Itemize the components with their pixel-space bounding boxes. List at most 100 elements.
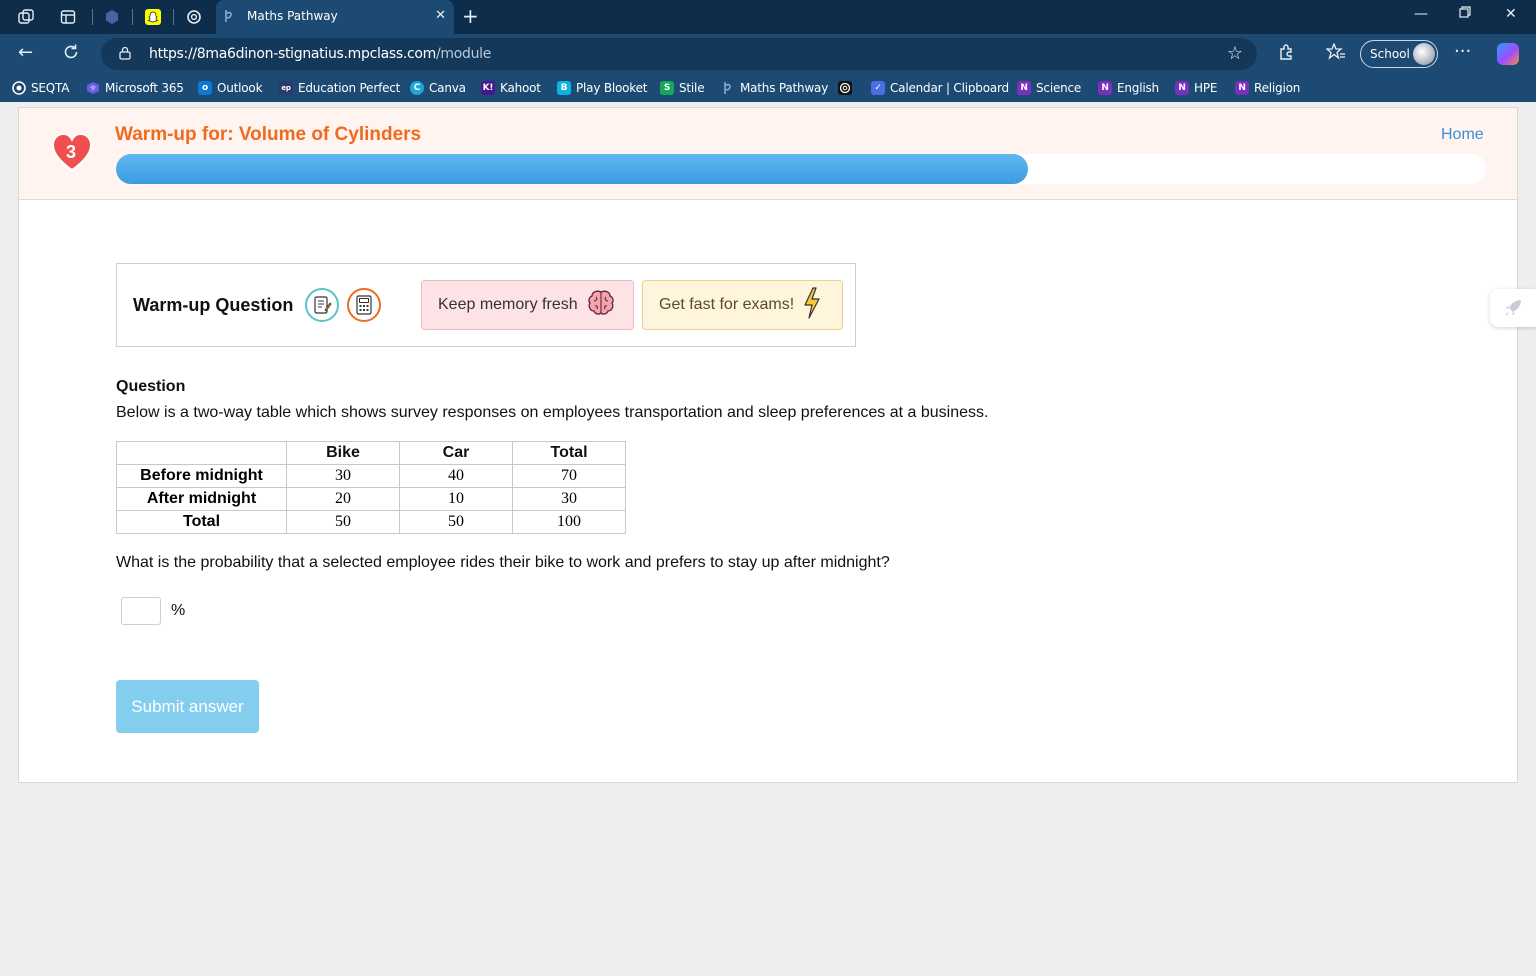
copilot-icon[interactable] (1497, 43, 1519, 65)
seqta-icon (12, 81, 26, 95)
tab-separator (173, 9, 174, 25)
bookmark-outlook[interactable]: o Outlook (198, 80, 263, 96)
workspaces-icon[interactable] (16, 7, 36, 27)
address-input[interactable]: https://8ma6dinon-stignatius.mpclass.com… (101, 38, 1257, 70)
bookmark-label: Canva (429, 81, 466, 95)
bookmark-label: Outlook (217, 81, 263, 95)
tab-favicon-chatgpt-icon[interactable] (184, 7, 204, 27)
bookmark-play-blooket[interactable]: B Play Blooket (557, 80, 648, 96)
bookmark-label: SEQTA (31, 81, 70, 95)
bookmark-english[interactable]: N English (1098, 80, 1159, 96)
bookmark-chatgpt[interactable] (838, 80, 852, 96)
onenote-icon: N (1235, 81, 1249, 95)
table-cell: 40 (399, 464, 513, 488)
progress-bar (116, 154, 1486, 184)
profile-label: School (1370, 47, 1410, 61)
page-title: Warm-up for: Volume of Cylinders (115, 124, 422, 145)
bookmark-science[interactable]: N Science (1017, 80, 1081, 96)
bookmark-label: Maths Pathway (740, 81, 829, 95)
exam-label: Get fast for exams! (659, 296, 795, 313)
restore-icon[interactable] (1459, 6, 1471, 22)
bookmark-canva[interactable]: C Canva (410, 80, 466, 96)
address-bar-row: ← https://8ma6dinon-stignatius.mpclass.c… (0, 34, 1536, 74)
tab-favicon-app[interactable] (102, 7, 122, 27)
bookmark-label: Religion (1254, 81, 1301, 95)
url-host: https://8ma6dinon-stignatius.mpclass.com (149, 46, 436, 62)
close-tab-icon[interactable]: ✕ (435, 8, 446, 23)
memory-label: Keep memory fresh (438, 296, 578, 313)
tab-actions-icon[interactable] (58, 7, 78, 27)
refresh-icon[interactable] (62, 43, 80, 66)
bookmark-maths-pathway[interactable]: Maths Pathway (721, 80, 828, 96)
bookmark-kahoot[interactable]: K! Kahoot (481, 80, 541, 96)
onenote-icon: N (1175, 81, 1189, 95)
table-cell: 50 (286, 510, 400, 534)
clipboard-icon: ✓ (871, 81, 885, 95)
bookmark-label: English (1117, 81, 1159, 95)
lock-icon[interactable] (119, 46, 131, 60)
table-row-header: Before midnight (116, 464, 287, 488)
favorites-icon[interactable] (1325, 42, 1346, 66)
bookmark-microsoft-365[interactable]: Microsoft 365 (86, 80, 184, 96)
microsoft365-icon (86, 81, 100, 95)
bookmark-label: Calendar | Clipboard (890, 81, 1009, 95)
calculator-icon[interactable] (347, 288, 381, 322)
answer-input[interactable] (121, 597, 161, 625)
bookmark-label: Education Perfect (298, 81, 401, 95)
percent-unit: % (171, 602, 186, 619)
extensions-icon[interactable] (1278, 43, 1296, 66)
rocket-icon (1505, 300, 1521, 316)
onenote-icon: N (1098, 81, 1112, 95)
outlook-icon: o (198, 81, 212, 95)
notepad-icon[interactable] (305, 288, 339, 322)
table-cell: 70 (512, 464, 626, 488)
table-cell: 30 (512, 487, 626, 511)
submit-answer-button[interactable]: Submit answer (116, 680, 259, 733)
new-tab-icon[interactable]: + (462, 6, 479, 26)
side-widget-button[interactable] (1490, 289, 1536, 327)
table-header-row: Bike Car Total (116, 441, 626, 465)
bookmark-education-perfect[interactable]: ep Education Perfect (279, 80, 400, 96)
bookmark-religion[interactable]: N Religion (1235, 80, 1300, 96)
back-icon[interactable]: ← (18, 43, 33, 63)
profile-button[interactable]: School (1360, 40, 1438, 68)
tab-title: Maths Pathway (247, 9, 338, 23)
maths-pathway-icon (721, 81, 735, 95)
table-row: Before midnight 30 40 70 (116, 464, 626, 488)
table-cell: 100 (512, 510, 626, 534)
bookmark-label: HPE (1194, 81, 1218, 95)
table-cell: 20 (286, 487, 400, 511)
brain-icon (586, 288, 616, 323)
table-header-cell: Bike (286, 441, 400, 465)
module-page: 3 Warm-up for: Volume of Cylinders Home … (18, 107, 1518, 783)
chatgpt-icon (838, 81, 852, 95)
bookmark-label: Play Blooket (576, 81, 648, 95)
more-menu-icon[interactable]: ··· (1454, 42, 1471, 62)
home-link[interactable]: Home (1441, 126, 1484, 144)
minimize-icon[interactable]: — (1414, 6, 1428, 22)
kahoot-icon: K! (481, 81, 495, 95)
tab-maths-pathway[interactable]: Maths Pathway ✕ (216, 0, 454, 34)
bookmark-seqta[interactable]: SEQTA (12, 80, 69, 96)
bookmarks-bar: SEQTA Microsoft 365 o Outlook ep Educati… (0, 74, 1536, 102)
tab-favicon-snapchat-icon[interactable] (143, 7, 163, 27)
table-header-cell: Car (399, 441, 513, 465)
lives-count: 3 (65, 142, 76, 162)
avatar (1413, 43, 1435, 65)
table-header-cell (116, 441, 287, 465)
bookmark-calendar-clipboard[interactable]: ✓ Calendar | Clipboard (871, 80, 1009, 96)
tab-separator (92, 9, 93, 25)
table-row-header: Total (116, 510, 287, 534)
close-window-icon[interactable]: ✕ (1505, 6, 1517, 22)
warmup-card: Warm-up Question Keep memory fresh Get f… (116, 263, 856, 347)
tab-separator (132, 9, 133, 25)
bookmark-stile[interactable]: S Stile (660, 80, 705, 96)
bookmark-hpe[interactable]: N HPE (1175, 80, 1217, 96)
question-heading: Question (116, 378, 186, 395)
favorite-star-icon[interactable]: ☆ (1227, 43, 1243, 64)
card-title: Warm-up Question (133, 295, 294, 315)
bookmark-label: Science (1036, 81, 1082, 95)
url-path: /module (436, 46, 492, 62)
stile-icon: S (660, 81, 674, 95)
question-prompt: What is the probability that a selected … (116, 554, 890, 571)
